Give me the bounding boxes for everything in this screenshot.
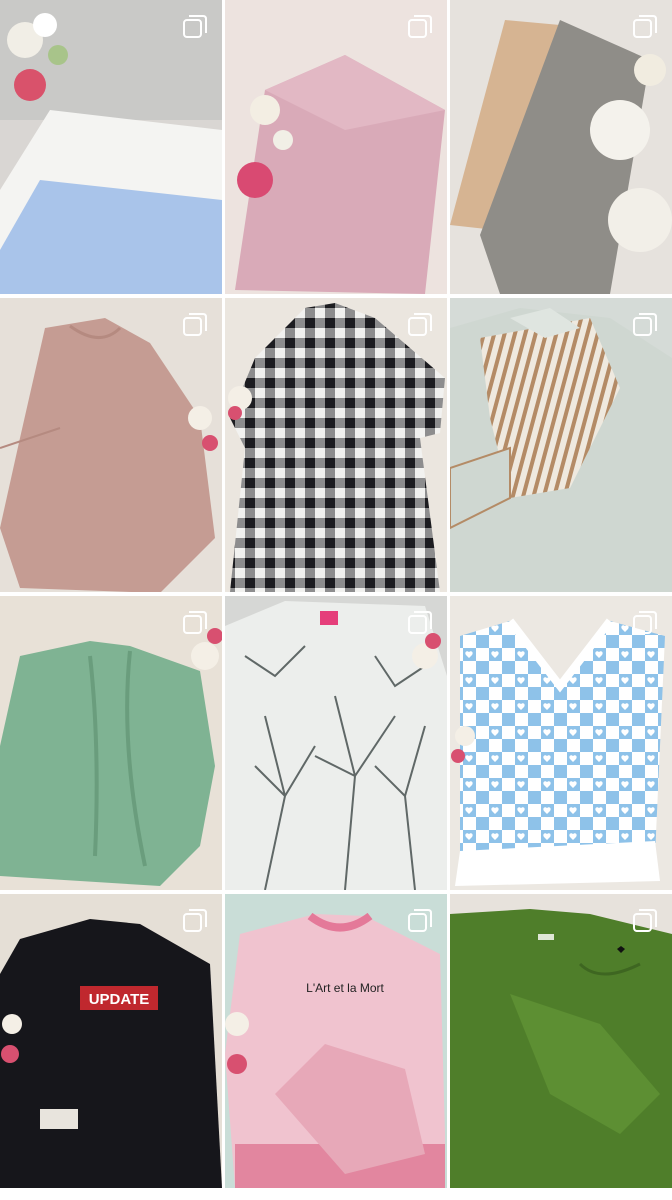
post-grid: UPDATE L'Art et la Mort — [0, 0, 672, 1200]
post-tile[interactable] — [0, 596, 222, 890]
post-tile[interactable] — [225, 0, 447, 294]
multiple-photos-icon — [182, 610, 208, 636]
post-photo — [450, 0, 672, 294]
multiple-photos-icon — [632, 14, 658, 40]
multiple-photos-icon — [407, 908, 433, 934]
post-photo — [0, 596, 222, 890]
multiple-photos-icon — [407, 14, 433, 40]
post-photo: L'Art et la Mort — [225, 894, 447, 1188]
post-tile[interactable] — [0, 0, 222, 294]
multiple-photos-icon — [182, 312, 208, 338]
post-tile[interactable] — [450, 596, 672, 890]
post-tile[interactable] — [0, 298, 222, 592]
post-photo — [450, 298, 672, 592]
multiple-photos-icon — [632, 610, 658, 636]
post-tile[interactable] — [225, 298, 447, 592]
multiple-photos-icon — [182, 908, 208, 934]
post-tile[interactable] — [450, 298, 672, 592]
post-photo — [0, 298, 222, 592]
multiple-photos-icon — [182, 14, 208, 40]
post-photo — [225, 596, 447, 890]
multiple-photos-icon — [632, 312, 658, 338]
post-tile[interactable] — [450, 0, 672, 294]
post-tile[interactable] — [225, 596, 447, 890]
post-photo — [225, 298, 447, 592]
post-photo: UPDATE — [0, 894, 222, 1188]
post-photo — [450, 596, 672, 890]
post-tile[interactable] — [450, 894, 672, 1188]
print-text: L'Art et la Mort — [306, 981, 384, 995]
multiple-photos-icon — [632, 908, 658, 934]
multiple-photos-icon — [407, 610, 433, 636]
post-photo — [0, 0, 222, 294]
print-text: UPDATE — [89, 991, 150, 1008]
post-photo — [450, 894, 672, 1188]
post-tile[interactable]: UPDATE — [0, 894, 222, 1188]
multiple-photos-icon — [407, 312, 433, 338]
post-tile[interactable]: L'Art et la Mort — [225, 894, 447, 1188]
post-photo — [225, 0, 447, 294]
